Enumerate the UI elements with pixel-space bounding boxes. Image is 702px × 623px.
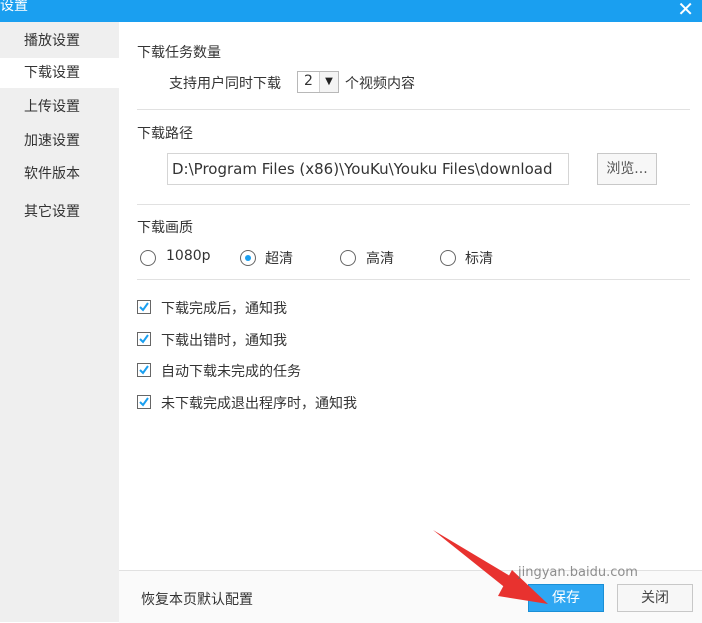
browse-button[interactable]: 浏览... xyxy=(597,153,657,185)
checkbox-notify-error[interactable] xyxy=(137,332,151,346)
divider xyxy=(137,279,690,280)
radio-selected-dot xyxy=(245,255,251,261)
sidebar-item-acceleration[interactable]: 加速设置 xyxy=(0,126,119,156)
title-bar: 设置 ✕ xyxy=(0,0,702,22)
window-title: 设置 xyxy=(0,0,28,14)
checkbox-notify-exit-label[interactable]: 未下载完成退出程序时，通知我 xyxy=(161,393,357,413)
sidebar-item-playback[interactable]: 播放设置 xyxy=(0,26,119,56)
download-count-title: 下载任务数量 xyxy=(137,45,221,61)
checkbox-auto-resume[interactable] xyxy=(137,363,151,377)
checkmark-icon xyxy=(139,365,149,375)
checkmark-icon xyxy=(139,334,149,344)
radio-hd-label[interactable]: 高清 xyxy=(366,248,394,268)
checkbox-notify-complete-label[interactable]: 下载完成后，通知我 xyxy=(161,298,287,318)
radio-sd[interactable] xyxy=(440,250,456,266)
close-icon[interactable]: ✕ xyxy=(677,0,694,21)
checkmark-icon xyxy=(139,302,149,312)
sidebar: 播放设置 下载设置 上传设置 加速设置 软件版本 其它设置 xyxy=(0,22,119,622)
download-count-suffix: 个视频内容 xyxy=(345,76,415,92)
dropdown-arrow-icon[interactable]: ▼ xyxy=(319,72,338,92)
download-count-prefix: 支持用户同时下载 xyxy=(169,76,281,92)
divider xyxy=(137,204,690,205)
radio-1080p[interactable] xyxy=(140,250,156,266)
sidebar-item-download[interactable]: 下载设置 xyxy=(0,58,119,88)
sidebar-item-version[interactable]: 软件版本 xyxy=(0,159,119,189)
radio-sd-label[interactable]: 标清 xyxy=(465,248,493,268)
checkbox-auto-resume-label[interactable]: 自动下载未完成的任务 xyxy=(161,361,301,381)
close-button[interactable]: 关闭 xyxy=(617,584,693,612)
download-count-value: 2 xyxy=(304,73,313,89)
radio-1080p-label[interactable]: 1080p xyxy=(166,248,211,264)
checkbox-notify-error-label[interactable]: 下载出错时，通知我 xyxy=(161,330,287,350)
sidebar-item-upload[interactable]: 上传设置 xyxy=(0,92,119,122)
sidebar-item-other[interactable]: 其它设置 xyxy=(0,197,119,227)
download-count-select[interactable]: 2 ▼ xyxy=(297,71,339,93)
watermark: jingyan.baidu.com xyxy=(518,565,638,580)
save-button[interactable]: 保存 xyxy=(528,584,604,612)
radio-super-hd[interactable] xyxy=(240,250,256,266)
main-panel: 下载任务数量 支持用户同时下载 2 ▼ 个视频内容 下载路径 浏览... 下载画… xyxy=(119,22,702,623)
download-path-input[interactable] xyxy=(167,153,569,185)
divider xyxy=(137,109,690,110)
checkmark-icon xyxy=(139,397,149,407)
radio-hd[interactable] xyxy=(340,250,356,266)
checkbox-notify-complete[interactable] xyxy=(137,300,151,314)
radio-super-hd-label[interactable]: 超清 xyxy=(265,248,293,268)
restore-defaults-link[interactable]: 恢复本页默认配置 xyxy=(141,589,253,609)
download-path-title: 下载路径 xyxy=(137,126,193,142)
checkbox-notify-exit[interactable] xyxy=(137,395,151,409)
quality-title: 下载画质 xyxy=(137,220,193,236)
